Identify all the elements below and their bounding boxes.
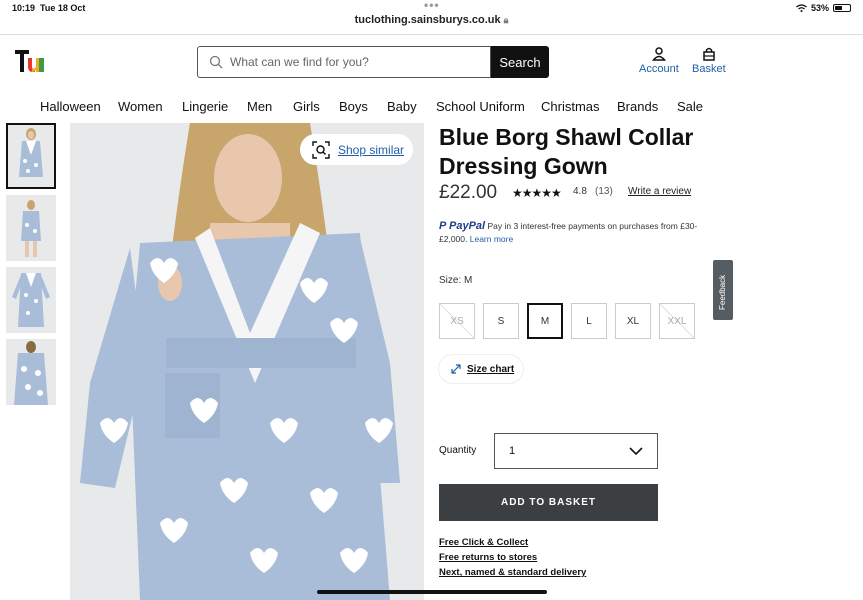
review-count[interactable]: (13) <box>595 186 613 197</box>
paypal-message: P PayPal Pay in 3 interest-free payments… <box>439 220 709 246</box>
account-label: Account <box>639 63 679 75</box>
rating-stars-icon: ★★★★★ <box>512 186 562 200</box>
nav-item-school-uniform[interactable]: School Uniform <box>436 99 525 114</box>
product-thumbnail[interactable] <box>6 339 56 405</box>
search-input[interactable] <box>230 55 480 69</box>
nav-item-women[interactable]: Women <box>118 99 163 114</box>
status-time: 10:19 Tue 18 Oct <box>12 3 86 13</box>
basket-icon <box>703 47 715 61</box>
size-chart-label: Size chart <box>467 363 515 375</box>
free-returns-link[interactable]: Free returns to stores <box>439 550 586 565</box>
basket-link[interactable]: Basket <box>692 47 726 75</box>
size-chart-button[interactable]: Size chart <box>439 355 523 383</box>
product-title: Blue Borg Shawl Collar Dressing Gown <box>439 124 694 179</box>
nav-item-halloween[interactable]: Halloween <box>40 99 101 114</box>
size-option-l[interactable]: L <box>571 303 607 339</box>
url-bar[interactable]: tuclothing.sainsburys.co.uk 🔒︎ <box>0 14 863 34</box>
delivery-options-link[interactable]: Next, named & standard delivery <box>439 565 586 580</box>
status-bar: 10:19 Tue 18 Oct ••• 53% <box>0 0 863 14</box>
shop-similar-label: Shop similar <box>338 142 405 157</box>
paypal-logo: P PayPal <box>439 220 486 232</box>
nav-item-girls[interactable]: Girls <box>293 99 320 114</box>
product-thumbnail[interactable] <box>6 267 56 333</box>
feedback-label: Feedback <box>718 274 727 310</box>
size-option-s[interactable]: S <box>483 303 519 339</box>
nav-item-boys[interactable]: Boys <box>339 99 368 114</box>
quantity-select[interactable]: 1 <box>494 433 658 469</box>
dressing-gown-photo <box>70 123 424 600</box>
visual-search-icon <box>312 140 330 159</box>
feedback-tab[interactable]: Feedback <box>713 260 733 320</box>
search-button[interactable]: Search <box>491 46 549 78</box>
add-to-basket-button[interactable]: ADD TO BASKET <box>439 484 658 521</box>
write-review-link[interactable]: Write a review <box>628 186 691 197</box>
click-collect-link[interactable]: Free Click & Collect <box>439 535 586 550</box>
lock-icon: 🔒︎ <box>503 15 509 25</box>
paypal-learn-more-link[interactable]: Learn more <box>470 234 513 244</box>
size-option-xs[interactable]: XS <box>439 303 475 339</box>
nav-item-sale[interactable]: Sale <box>677 99 703 114</box>
expand-arrow-icon <box>451 364 461 374</box>
product-thumbnail[interactable] <box>6 123 56 189</box>
battery-percent: 53% <box>810 3 829 13</box>
home-indicator[interactable] <box>317 590 547 594</box>
nav-item-lingerie[interactable]: Lingerie <box>182 99 228 114</box>
quantity-value: 1 <box>509 445 516 457</box>
product-info: Blue Borg Shawl Collar Dressing Gown £22… <box>424 123 740 600</box>
nav-item-brands[interactable]: Brands <box>617 99 658 114</box>
search-icon <box>209 55 223 69</box>
nav-item-christmas[interactable]: Christmas <box>541 99 600 114</box>
size-option-m[interactable]: M <box>527 303 563 339</box>
delivery-links: Free Click & Collect Free returns to sto… <box>439 535 586 580</box>
product-main-image[interactable]: Shop similar <box>70 123 424 600</box>
tu-logo[interactable] <box>15 49 45 73</box>
battery-icon <box>833 4 851 12</box>
nav-item-men[interactable]: Men <box>247 99 272 114</box>
multitask-dots-icon[interactable]: ••• <box>424 0 440 12</box>
nav-item-baby[interactable]: Baby <box>387 99 417 114</box>
rating-value: 4.8 <box>573 186 587 197</box>
size-option-xl[interactable]: XL <box>615 303 651 339</box>
search-box[interactable] <box>197 46 491 78</box>
product-price: £22.00 <box>439 182 498 203</box>
size-label: Size: M <box>439 275 473 286</box>
url-text: tuclothing.sainsburys.co.uk <box>354 14 501 26</box>
account-link[interactable]: Account <box>639 47 679 75</box>
basket-label: Basket <box>692 63 726 75</box>
quantity-label: Quantity <box>439 445 477 456</box>
product-thumbnail[interactable] <box>6 195 56 261</box>
account-icon <box>651 47 666 61</box>
shop-similar-button[interactable]: Shop similar <box>300 134 413 165</box>
main-nav: Halloween Women Lingerie Men Girls Boys … <box>0 97 740 121</box>
chevron-down-icon <box>629 447 643 456</box>
thumbnail-list <box>6 123 56 411</box>
site-page: Search Account Basket Halloween Women Li… <box>0 35 740 600</box>
status-right: 53% <box>796 3 851 13</box>
wifi-icon <box>796 4 807 12</box>
size-option-xxl[interactable]: XXL <box>659 303 695 339</box>
